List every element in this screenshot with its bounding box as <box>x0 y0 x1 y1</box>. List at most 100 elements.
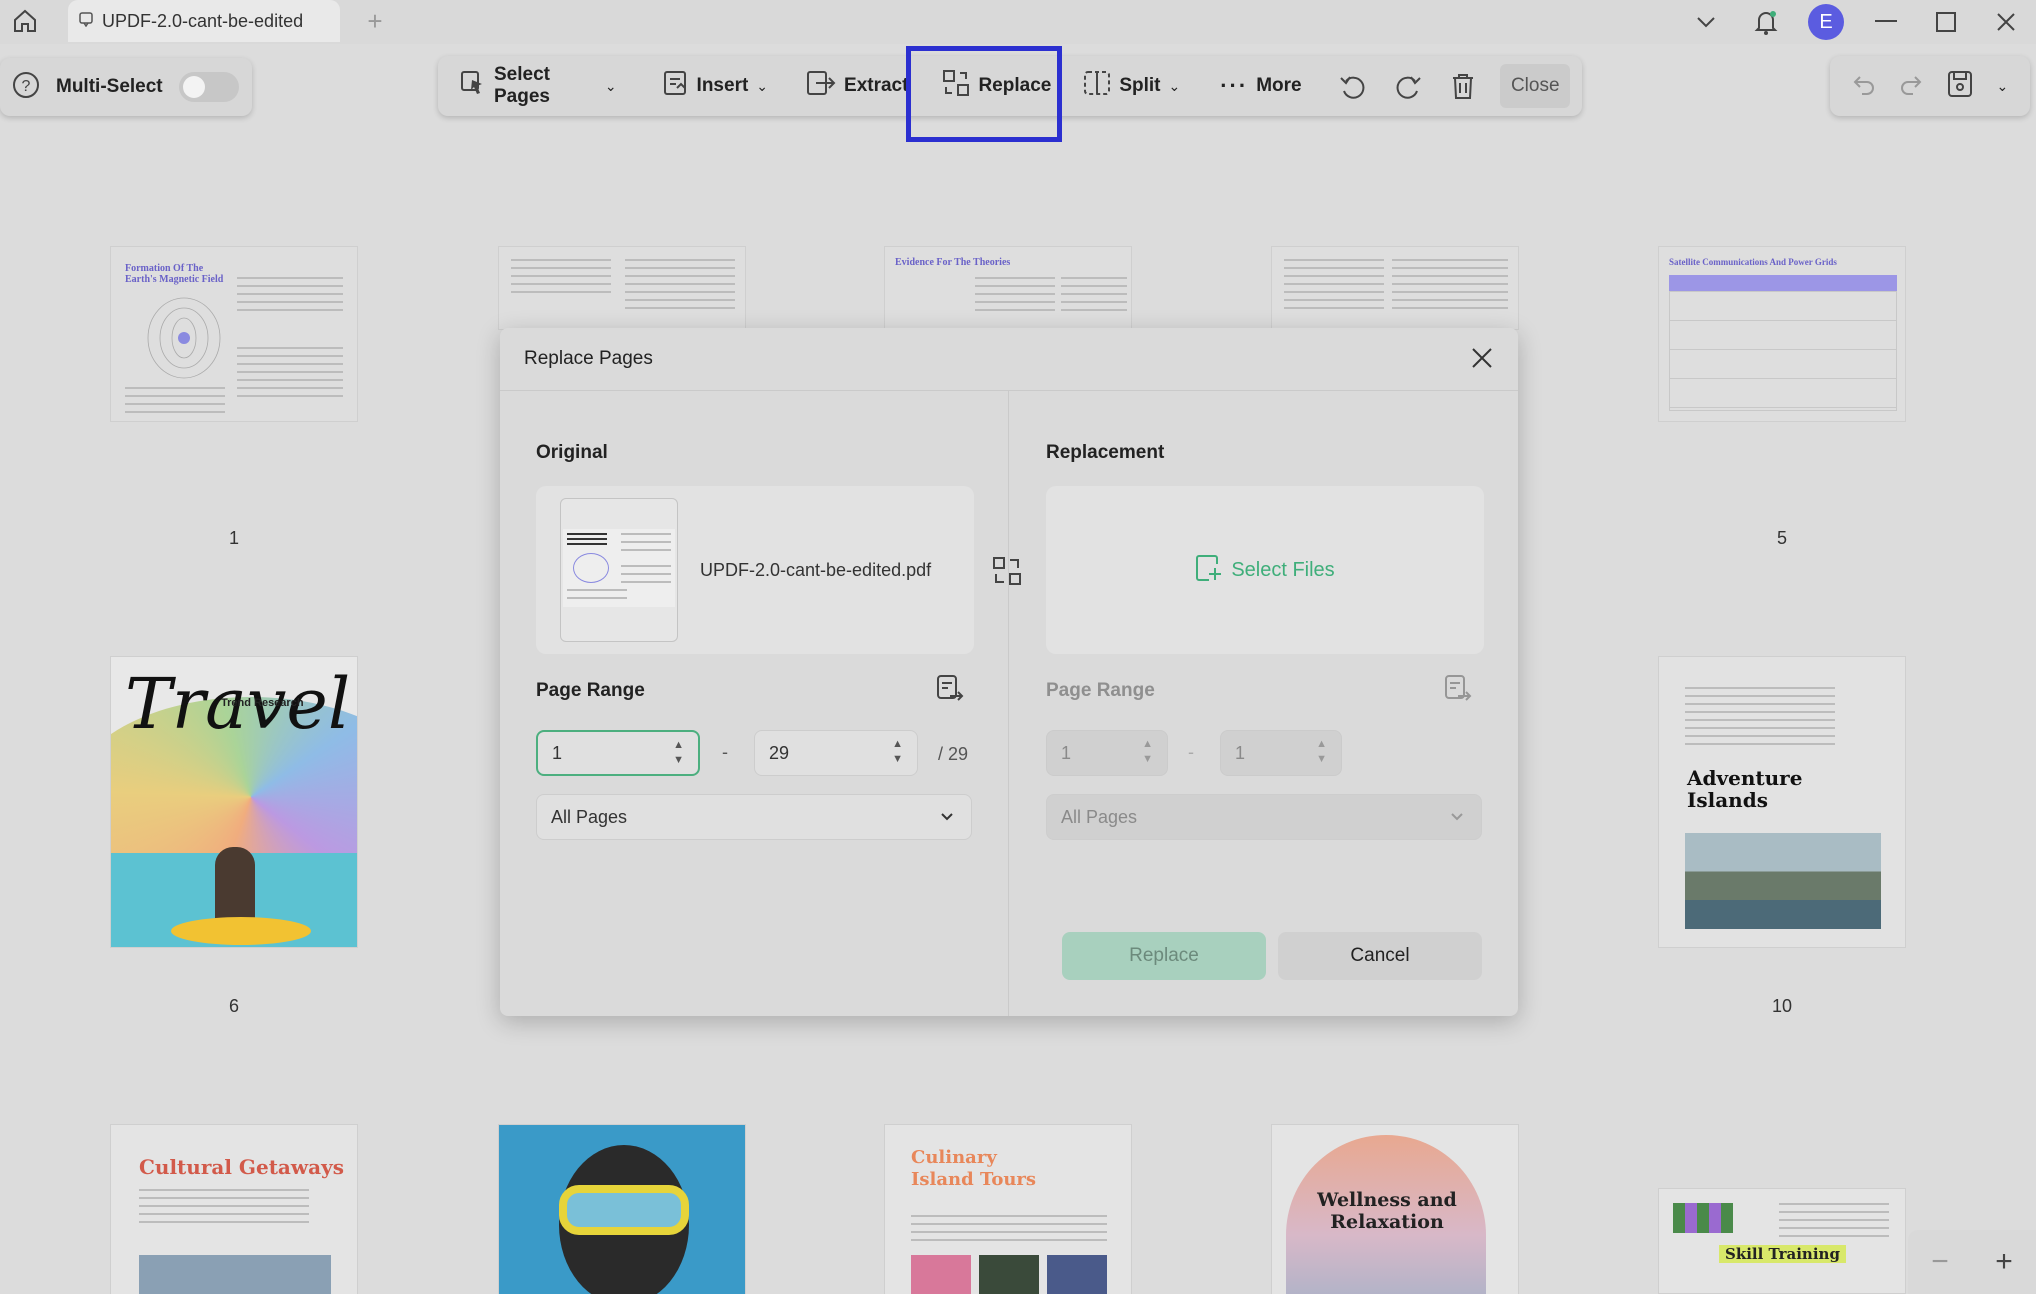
divider <box>500 390 1518 391</box>
replace-highlight <box>906 46 1062 142</box>
page-thumbnail[interactable]: Culinary Island Tours <box>884 1124 1132 1294</box>
page-title: Formation Of The Earth's Magnetic Field <box>125 263 224 285</box>
page-range-label: Page Range <box>536 680 645 701</box>
more-icon: ··· <box>1220 73 1249 98</box>
chevron-down-icon <box>939 807 955 832</box>
page-title: Satellite Communications And Power Grids <box>1669 257 1837 267</box>
replacement-to-input: 1 ▲ ▼ <box>1220 730 1342 776</box>
select-files-button[interactable]: Select Files <box>1046 486 1484 654</box>
page-range-icon <box>1444 674 1472 709</box>
page-thumbnail[interactable] <box>1271 246 1519 330</box>
page-thumbnail[interactable]: Evidence For The Theories <box>884 246 1132 330</box>
select-pages-button[interactable]: Select Pages ⌄ <box>450 62 627 110</box>
home-icon[interactable] <box>10 6 40 36</box>
page-title: Skill Training <box>1719 1245 1846 1263</box>
page-title: Adventure Islands <box>1687 766 1803 812</box>
cancel-button[interactable]: Cancel <box>1278 932 1482 980</box>
original-file-card: UPDF-2.0-cant-be-edited.pdf <box>536 486 974 654</box>
replacement-subset-select: All Pages <box>1046 794 1482 840</box>
zoom-in-icon[interactable]: + <box>1995 1245 2013 1279</box>
replacement-from-value: 1 <box>1061 742 1072 763</box>
range-dash: - <box>722 742 728 762</box>
svg-text:?: ? <box>22 78 31 95</box>
original-file-name: UPDF-2.0-cant-be-edited.pdf <box>700 560 932 580</box>
original-total-pages: / 29 <box>938 744 969 764</box>
original-to-input[interactable]: 29 ▲ ▼ <box>754 730 918 776</box>
replacement-from-input: 1 ▲ ▼ <box>1046 730 1168 776</box>
insert-icon <box>663 70 689 102</box>
page-thumbnail[interactable]: Cultural Getaways <box>110 1124 358 1294</box>
page-thumbnail[interactable]: Formation Of The Earth's Magnetic Field <box>110 246 358 422</box>
extract-button[interactable]: Extract <box>796 62 918 110</box>
original-to-value: 29 <box>769 742 790 763</box>
original-subset-value: All Pages <box>551 806 628 827</box>
redo-icon[interactable] <box>1899 73 1923 100</box>
insert-button[interactable]: Insert ⌄ <box>653 62 778 110</box>
close-icon[interactable] <box>1470 346 1498 374</box>
page-title: Wellness and Relaxation <box>1317 1189 1457 1233</box>
rotate-left-icon[interactable] <box>1326 62 1381 110</box>
save-icon[interactable] <box>1947 70 1973 103</box>
page-subtitle: Trend Research <box>221 697 304 709</box>
split-label: Split <box>1119 75 1161 96</box>
cursor-icon <box>460 70 486 102</box>
page-thumbnail[interactable]: Adventure Islands <box>1658 656 1906 948</box>
page-number: 10 <box>1771 996 1793 1016</box>
undo-icon[interactable] <box>1852 73 1876 100</box>
original-subset-select[interactable]: All Pages <box>536 794 972 840</box>
minimize-icon[interactable] <box>1856 0 1916 44</box>
swap-icon[interactable] <box>992 556 1022 591</box>
range-dash: - <box>1188 742 1194 762</box>
magnetic-field-diagram <box>147 297 221 379</box>
page-thumbnail[interactable] <box>498 1124 746 1294</box>
document-tab[interactable]: UPDF-2.0-cant-be-edited <box>68 0 340 42</box>
stepper-icon[interactable]: ▲ ▼ <box>673 738 684 768</box>
replacement-subset-value: All Pages <box>1061 806 1138 827</box>
page-number: 5 <box>1776 528 1787 548</box>
stepper-icon: ▲ ▼ <box>1142 738 1153 765</box>
close-window-icon[interactable] <box>1976 0 2036 44</box>
trash-icon[interactable] <box>1436 62 1491 110</box>
new-tab-icon[interactable]: + <box>360 6 390 36</box>
chevron-down-icon[interactable] <box>1676 0 1736 44</box>
chevron-down-icon[interactable]: ⌄ <box>1996 78 2008 95</box>
page-title: Culinary Island Tours <box>911 1147 1037 1190</box>
extract-label: Extract <box>844 75 909 96</box>
split-button[interactable]: Split ⌄ <box>1073 62 1190 110</box>
chevron-down-icon: ⌄ <box>1168 77 1181 94</box>
original-from-input[interactable]: 1 ▲ ▼ <box>536 730 700 776</box>
replace-pages-dialog: Replace Pages Original UPDF-2.0-cant-be-… <box>500 328 1518 1016</box>
multi-select-label: Multi-Select <box>56 76 163 97</box>
chevron-down-icon: ⌄ <box>756 77 769 94</box>
page-range-icon[interactable] <box>936 674 964 709</box>
extract-icon <box>806 70 836 102</box>
history-toolbar: ⌄ <box>1830 56 2030 116</box>
page-title: Evidence For The Theories <box>895 257 1011 268</box>
chevron-down-icon <box>1449 807 1465 832</box>
replacement-label: Replacement <box>1046 442 1165 463</box>
maximize-icon[interactable] <box>1916 0 1976 44</box>
dialog-title: Replace Pages <box>524 348 653 369</box>
multi-select-toggle[interactable] <box>178 72 239 102</box>
help-icon[interactable]: ? <box>12 71 40 104</box>
stepper-icon: ▲ ▼ <box>1316 738 1327 765</box>
rotate-right-icon[interactable] <box>1381 62 1436 110</box>
more-button[interactable]: ··· More <box>1210 62 1311 110</box>
add-file-icon <box>1195 554 1222 587</box>
document-tab-title: UPDF-2.0-cant-be-edited <box>102 10 304 31</box>
insert-label: Insert <box>696 75 749 96</box>
zoom-out-icon[interactable]: − <box>1931 1245 1949 1279</box>
page-thumbnail[interactable] <box>498 246 746 330</box>
page-thumbnail[interactable]: Satellite Communications And Power Grids <box>1658 246 1906 422</box>
close-button[interactable]: Close <box>1500 64 1571 108</box>
page-thumbnail[interactable]: Travel Trend Research <box>110 656 358 948</box>
original-from-value: 1 <box>552 742 563 763</box>
replacement-to-value: 1 <box>1235 742 1246 763</box>
avatar[interactable]: E <box>1808 4 1844 40</box>
replace-button[interactable]: Replace <box>1062 932 1266 980</box>
stepper-icon[interactable]: ▲ ▼ <box>892 737 903 767</box>
divider <box>1008 390 1009 1016</box>
bell-icon[interactable] <box>1736 0 1796 44</box>
page-thumbnail[interactable]: Wellness and Relaxation <box>1271 1124 1519 1294</box>
page-thumbnail[interactable]: Skill Training <box>1658 1188 1906 1294</box>
